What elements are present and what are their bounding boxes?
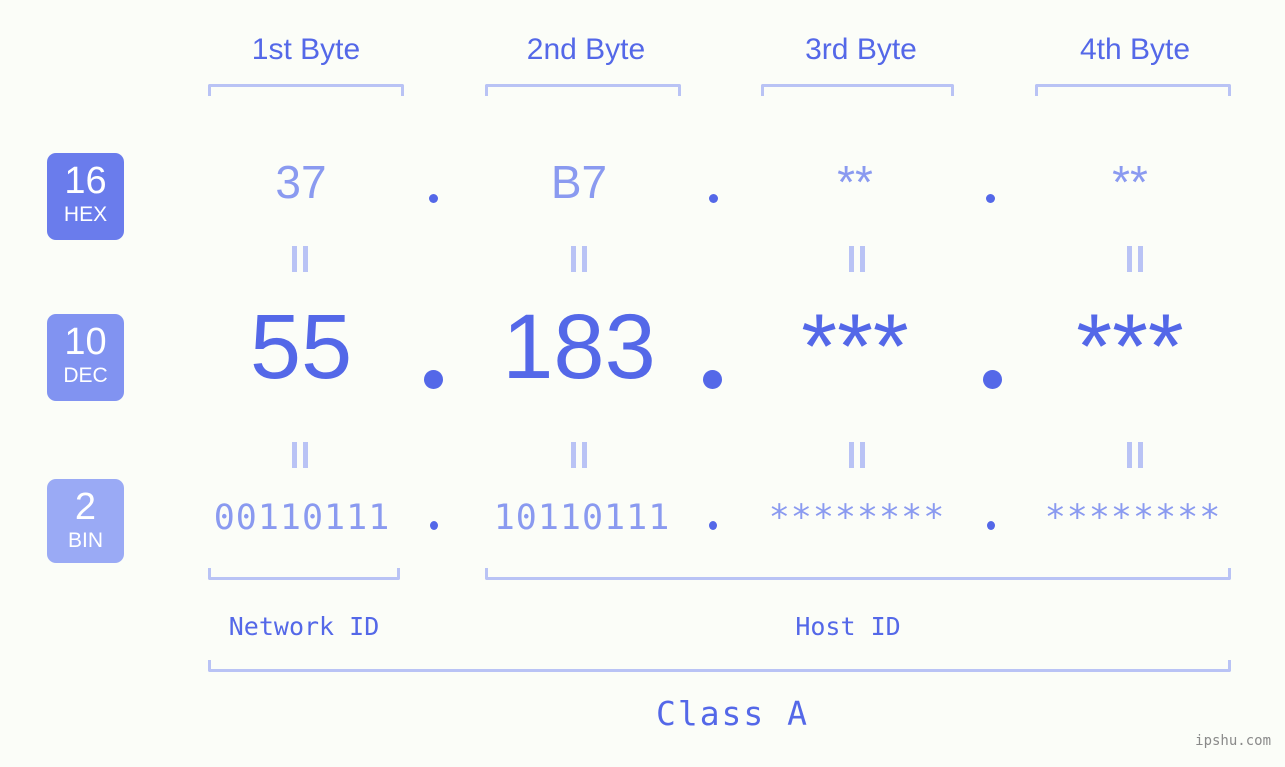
- ip-byte-breakdown-diagram: 1st Byte 2nd Byte 3rd Byte 4th Byte 16 H…: [0, 0, 1285, 767]
- class-bracket: [208, 660, 1231, 672]
- hex-byte-1: 37: [275, 156, 327, 208]
- byte-bracket-2: [485, 84, 681, 96]
- dec-byte-4: ***: [1076, 296, 1184, 398]
- radix-badge-hex: 16 HEX: [47, 153, 124, 240]
- byte-header-3: 3rd Byte: [805, 33, 917, 66]
- radix-badge-dec: 10 DEC: [47, 314, 124, 401]
- byte-header-4: 4th Byte: [1079, 33, 1191, 66]
- equals-mark-decbin-4: [1127, 442, 1146, 468]
- equals-mark-decbin-2: [571, 442, 590, 468]
- byte-bracket-1: [208, 84, 404, 96]
- network-id-label: Network ID: [228, 612, 380, 641]
- host-id-bracket: [485, 568, 1231, 580]
- radix-badge-dec-number: 10: [64, 321, 107, 363]
- radix-badge-dec-name: DEC: [63, 364, 108, 387]
- dec-separator-3: [983, 370, 1002, 389]
- equals-mark-hexdec-4: [1127, 246, 1146, 272]
- site-watermark: ipshu.com: [1195, 733, 1271, 749]
- dec-separator-1: [424, 370, 443, 389]
- radix-badge-bin-number: 2: [74, 486, 97, 528]
- bin-byte-2: 10110111: [493, 498, 671, 538]
- hex-byte-3: **: [837, 156, 873, 208]
- radix-badge-bin: 2 BIN: [47, 479, 124, 563]
- host-id-label: Host ID: [795, 612, 901, 641]
- radix-badge-bin-name: BIN: [67, 529, 103, 552]
- dec-byte-2: 183: [502, 296, 656, 398]
- equals-mark-hexdec-2: [571, 246, 590, 272]
- dec-byte-3: ***: [801, 296, 909, 398]
- bin-separator-1: [430, 521, 438, 530]
- dec-byte-1: 55: [249, 296, 353, 398]
- radix-badge-hex-name: HEX: [63, 203, 108, 226]
- bin-separator-2: [709, 521, 717, 530]
- hex-byte-2: B7: [550, 156, 608, 208]
- hex-separator-3: [986, 194, 995, 203]
- hex-byte-4: **: [1112, 156, 1148, 208]
- dec-separator-2: [703, 370, 722, 389]
- byte-header-2: 2nd Byte: [526, 33, 646, 66]
- equals-mark-decbin-3: [849, 442, 868, 468]
- byte-bracket-4: [1035, 84, 1231, 96]
- bin-byte-1: 00110111: [213, 498, 391, 538]
- radix-badge-hex-number: 16: [64, 160, 107, 202]
- equals-mark-hexdec-1: [292, 246, 311, 272]
- equals-mark-decbin-1: [292, 442, 311, 468]
- bin-byte-3: ********: [768, 498, 946, 538]
- hex-separator-1: [429, 194, 438, 203]
- bin-separator-3: [987, 521, 995, 530]
- class-label: Class A: [655, 694, 810, 733]
- bin-byte-4: ********: [1044, 498, 1222, 538]
- hex-separator-2: [709, 194, 718, 203]
- byte-bracket-3: [761, 84, 954, 96]
- equals-mark-hexdec-3: [849, 246, 868, 272]
- byte-header-1: 1st Byte: [251, 33, 361, 66]
- network-id-bracket: [208, 568, 400, 580]
